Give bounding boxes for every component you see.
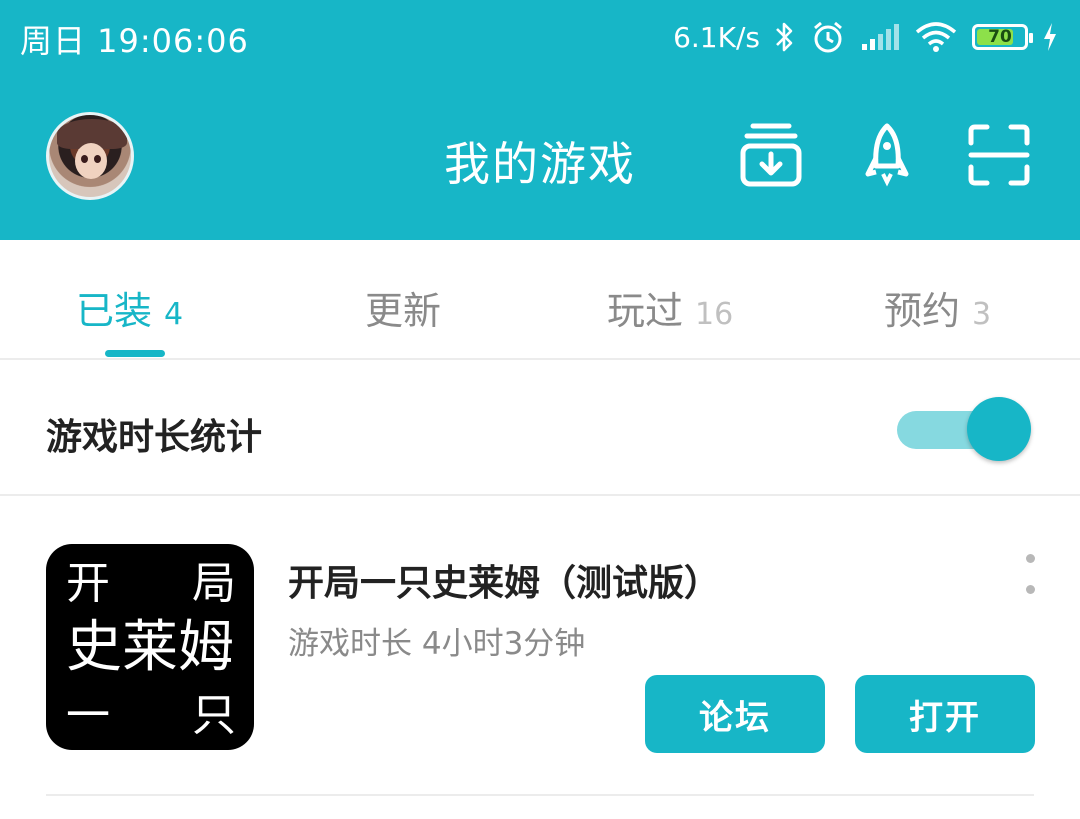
header-bar: 周日 19:06:06 6.1K/s 70 我的游戏 [0,0,1080,240]
tab-label: 玩过 [607,289,684,333]
tab-count: 16 [695,297,734,332]
icon-char: 开 [66,558,110,609]
tab-label: 预约 [884,289,961,333]
signal-icon [860,22,900,52]
game-icon[interactable]: 开 局 史莱姆 一 只 [46,544,254,750]
icon-char: 史莱姆 [66,615,234,680]
divider [46,794,1034,796]
tab-label: 更新 [365,289,442,333]
forum-button[interactable]: 论坛 [645,675,825,753]
more-options-button[interactable] [1018,554,1042,594]
toggle-knob [967,397,1031,461]
tab-reserved[interactable]: 预约 3 [884,280,992,333]
playtime-stats-label: 游戏时长统计 [46,417,263,458]
tab-updates[interactable]: 更新 [365,280,453,333]
alarm-icon [810,19,846,55]
scan-button[interactable] [964,118,1034,196]
tab-installed[interactable]: 已装 4 [76,280,184,333]
tab-count: 3 [972,297,992,332]
bluetooth-icon [774,20,796,54]
tab-count: 4 [164,297,184,332]
game-title[interactable]: 开局一只史莱姆（测试版） [288,554,720,606]
download-manager-button[interactable] [736,118,806,196]
battery-icon: 70 [972,24,1033,50]
icon-char: 一 [66,690,110,741]
battery-level: 70 [988,27,1012,47]
status-bar: 周日 19:06:06 6.1K/s 70 [0,0,1080,76]
game-playtime: 游戏时长 4小时3分钟 [288,626,586,662]
playtime-stats-row: 游戏时长统计 [0,360,1080,496]
playtime-stats-toggle[interactable] [897,397,1033,463]
download-icon [739,122,803,192]
wifi-icon [914,20,958,54]
tab-played[interactable]: 玩过 16 [607,280,734,333]
speed-up-button[interactable] [852,118,922,196]
icon-char: 只 [192,690,236,741]
rocket-icon [864,122,910,192]
more-vertical-icon [1025,554,1035,563]
status-time: 周日 19:06:06 [20,22,249,60]
charging-icon [1042,22,1058,52]
tab-bar: 已装 4 更新 玩过 16 预约 3 [0,240,1080,360]
network-speed: 6.1K/s [673,20,760,54]
status-icons: 6.1K/s 70 [673,14,1058,60]
icon-char: 局 [192,558,236,609]
active-tab-indicator [105,350,165,357]
open-game-button[interactable]: 打开 [855,675,1035,753]
list-item: 开 局 史莱姆 一 只 开局一只史莱姆（测试版） 游戏时长 4小时3分钟 论坛 … [0,496,1080,796]
scan-icon [967,123,1031,191]
tab-label: 已装 [76,289,153,333]
